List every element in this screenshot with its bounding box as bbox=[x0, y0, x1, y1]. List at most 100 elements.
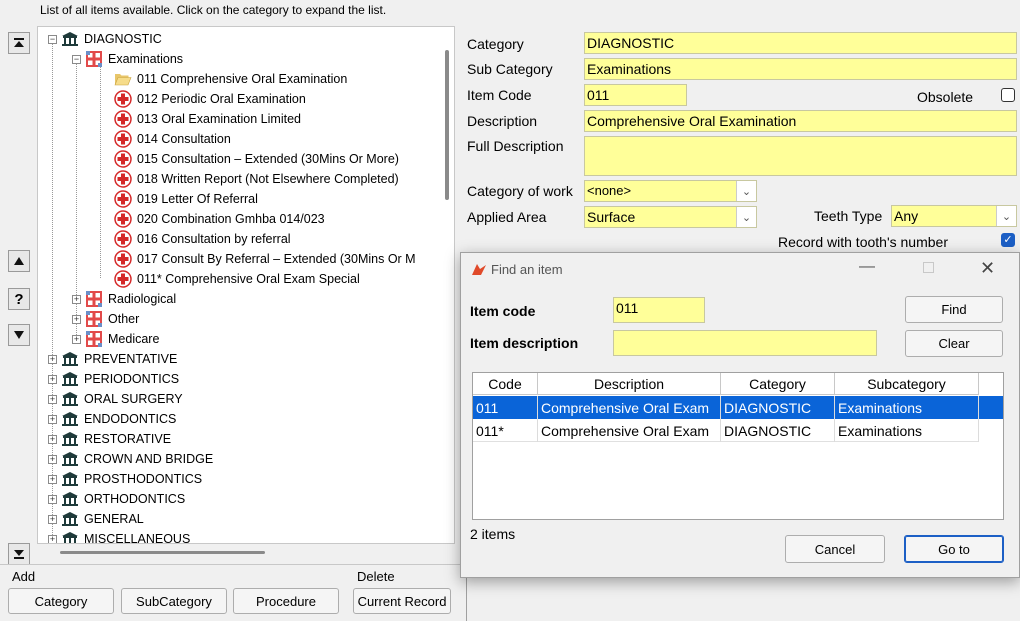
procedure-icon bbox=[114, 130, 132, 148]
clear-button[interactable]: Clear bbox=[905, 330, 1003, 357]
applied-area-select[interactable]: Surface ⌄ bbox=[584, 206, 757, 228]
description-field[interactable]: Comprehensive Oral Examination bbox=[584, 110, 1017, 132]
expand-icon[interactable]: + bbox=[48, 414, 57, 424]
item-description-input[interactable] bbox=[613, 330, 877, 356]
column-header-category[interactable]: Category bbox=[721, 373, 835, 395]
results-grid[interactable]: Code Description Category Subcategory 01… bbox=[472, 372, 1004, 520]
add-subcategory-button[interactable]: SubCategory bbox=[121, 588, 227, 614]
tree-procedure-item[interactable]: 012 Periodic Oral Examination bbox=[114, 89, 306, 109]
scroll-top-button[interactable] bbox=[8, 32, 30, 54]
subcategory-icon bbox=[86, 291, 102, 307]
divider bbox=[0, 564, 466, 565]
column-header-description[interactable]: Description bbox=[538, 373, 721, 395]
tree-subcategory-item[interactable]: + Radiological bbox=[72, 289, 176, 309]
category-icon bbox=[62, 352, 78, 366]
column-header-code[interactable]: Code bbox=[473, 373, 538, 395]
add-procedure-button[interactable]: Procedure bbox=[233, 588, 339, 614]
close-icon[interactable]: ✕ bbox=[980, 258, 995, 279]
category-icon bbox=[62, 472, 78, 486]
table-cell: Examinations bbox=[835, 419, 979, 442]
tree-category-diagnostic[interactable]: − DIAGNOSTIC bbox=[48, 29, 162, 49]
tree-category-item[interactable]: + CROWN AND BRIDGE bbox=[48, 449, 213, 469]
move-down-button[interactable] bbox=[8, 324, 30, 346]
expand-icon[interactable]: + bbox=[48, 494, 57, 504]
help-button[interactable]: ? bbox=[8, 288, 30, 310]
expand-icon[interactable]: + bbox=[48, 534, 57, 543]
find-button[interactable]: Find bbox=[905, 296, 1003, 323]
category-field[interactable]: DIAGNOSTIC bbox=[584, 32, 1017, 54]
tree-procedure-item[interactable]: 017 Consult By Referral – Extended (30Mi… bbox=[114, 249, 416, 269]
expand-icon[interactable]: + bbox=[48, 394, 57, 404]
tree-procedure-item[interactable]: 013 Oral Examination Limited bbox=[114, 109, 301, 129]
go-to-button[interactable]: Go to bbox=[904, 535, 1004, 563]
scroll-bottom-button[interactable] bbox=[8, 543, 30, 565]
teeth-type-label: Teeth Type bbox=[814, 208, 883, 224]
maximize-icon[interactable] bbox=[923, 262, 934, 273]
tree-procedure-item[interactable]: 011* Comprehensive Oral Exam Special bbox=[114, 269, 360, 289]
expand-icon[interactable]: + bbox=[48, 354, 57, 364]
expand-icon[interactable]: + bbox=[72, 334, 81, 344]
tree-category-item[interactable]: + MISCELLANEOUS bbox=[48, 529, 190, 543]
tree-subcategory-examinations[interactable]: − Examinations bbox=[72, 49, 183, 69]
expand-icon[interactable]: + bbox=[48, 434, 57, 444]
item-code-input[interactable]: 011 bbox=[613, 297, 705, 323]
move-up-button[interactable] bbox=[8, 250, 30, 272]
delete-group-label: Delete bbox=[357, 569, 395, 584]
tree-category-item[interactable]: + RESTORATIVE bbox=[48, 429, 171, 449]
cancel-button[interactable]: Cancel bbox=[785, 535, 885, 563]
category-of-work-select[interactable]: <none> ⌄ bbox=[584, 180, 757, 202]
tree-guide-line bbox=[100, 63, 101, 278]
delete-current-record-button[interactable]: Current Record bbox=[353, 588, 451, 614]
tree-subcategory-item[interactable]: + Other bbox=[72, 309, 139, 329]
item-tree[interactable]: − DIAGNOSTIC − Examinations 011 Comprehensiv… bbox=[37, 26, 455, 544]
tree-category-item[interactable]: + ENDODONTICS bbox=[48, 409, 176, 429]
column-header-subcategory[interactable]: Subcategory bbox=[835, 373, 979, 395]
collapse-icon[interactable]: − bbox=[48, 34, 57, 44]
procedure-icon bbox=[114, 170, 132, 188]
full-description-field[interactable] bbox=[584, 136, 1017, 176]
category-icon bbox=[62, 32, 78, 46]
expand-icon[interactable]: + bbox=[72, 294, 81, 304]
procedure-icon bbox=[114, 190, 132, 208]
tree-category-item[interactable]: + PROSTHODONTICS bbox=[48, 469, 202, 489]
subcategory-field[interactable]: Examinations bbox=[584, 58, 1017, 80]
expand-icon[interactable]: + bbox=[48, 374, 57, 384]
tree-category-item[interactable]: + ORTHODONTICS bbox=[48, 489, 185, 509]
tree-procedure-item[interactable]: 015 Consultation – Extended (30Mins Or M… bbox=[114, 149, 399, 169]
tree-procedure-item[interactable]: 011 Comprehensive Oral Examination bbox=[114, 69, 348, 89]
tree-procedure-item[interactable]: 019 Letter Of Referral bbox=[114, 189, 258, 209]
tree-procedure-item[interactable]: 016 Consultation by referral bbox=[114, 229, 291, 249]
teeth-type-select[interactable]: Any ⌄ bbox=[891, 205, 1017, 227]
tree-procedure-item[interactable]: 020 Combination Gmhba 014/023 bbox=[114, 209, 325, 229]
category-icon bbox=[62, 512, 78, 526]
tree-category-item[interactable]: + ORAL SURGERY bbox=[48, 389, 183, 409]
item-count: 2 items bbox=[470, 526, 516, 542]
tree-item-label: 017 Consult By Referral – Extended (30Mi… bbox=[137, 252, 416, 266]
tree-item-label: CROWN AND BRIDGE bbox=[84, 452, 214, 466]
tree-category-item[interactable]: + GENERAL bbox=[48, 509, 144, 529]
chevron-down-icon[interactable]: ⌄ bbox=[736, 181, 756, 201]
record-tooth-checkbox[interactable]: ✓ bbox=[1001, 233, 1015, 247]
tree-horizontal-scrollbar[interactable] bbox=[60, 551, 265, 554]
tree-procedure-item[interactable]: 018 Written Report (Not Elsewhere Comple… bbox=[114, 169, 399, 189]
chevron-down-icon[interactable]: ⌄ bbox=[996, 206, 1016, 226]
tree-category-item[interactable]: + PREVENTATIVE bbox=[48, 349, 177, 369]
obsolete-checkbox[interactable] bbox=[1001, 88, 1015, 102]
tree-subcategory-item[interactable]: + Medicare bbox=[72, 329, 159, 349]
add-category-button[interactable]: Category bbox=[8, 588, 114, 614]
tree-vertical-scrollbar[interactable] bbox=[445, 50, 449, 200]
collapse-icon[interactable]: − bbox=[72, 54, 81, 64]
expand-icon[interactable]: + bbox=[72, 314, 81, 324]
expand-icon[interactable]: + bbox=[48, 514, 57, 524]
tree-item-label: GENERAL bbox=[84, 512, 144, 526]
item-code-field[interactable]: 011 bbox=[584, 84, 687, 106]
tree-item-label: 019 Letter Of Referral bbox=[137, 192, 258, 206]
tree-item-label: Medicare bbox=[108, 332, 160, 346]
chevron-down-icon[interactable]: ⌄ bbox=[736, 207, 756, 227]
instructions-text: List of all items available. Click on th… bbox=[40, 3, 387, 17]
expand-icon[interactable]: + bbox=[48, 474, 57, 484]
tree-category-item[interactable]: + PERIODONTICS bbox=[48, 369, 179, 389]
tree-procedure-item[interactable]: 014 Consultation bbox=[114, 129, 231, 149]
expand-icon[interactable]: + bbox=[48, 454, 57, 464]
minimize-icon[interactable]: — bbox=[859, 258, 875, 276]
